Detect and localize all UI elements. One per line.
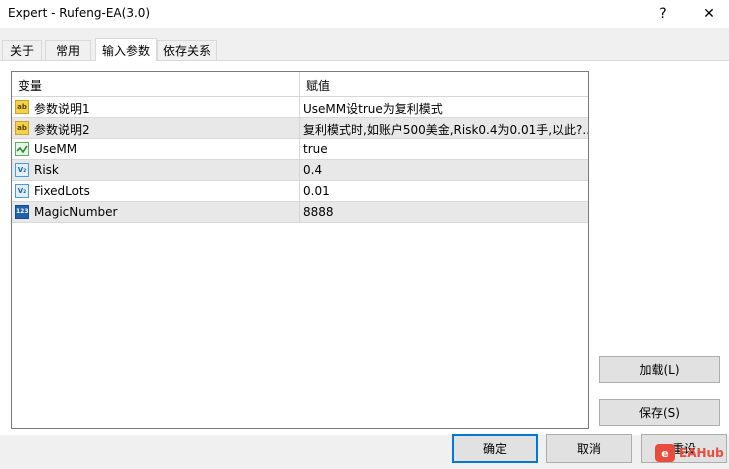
cancel-button[interactable]: 取消 xyxy=(546,434,632,463)
boolean-check-icon xyxy=(16,145,28,154)
integer-type-icon: 123 xyxy=(15,205,29,219)
param-name: 参数说明2 xyxy=(34,123,90,137)
header-variable[interactable]: 变量 xyxy=(18,77,42,94)
watermark: e EAHub xyxy=(655,444,724,462)
param-name: Risk xyxy=(34,163,59,177)
double-type-icon: V₂ xyxy=(15,163,29,177)
param-row[interactable]: V₂ Risk 0.4 xyxy=(12,160,588,181)
parameters-grid[interactable]: 变量 赋值 ab 参数说明1 UseMM设true为复利模式 ab 参数说明2 … xyxy=(11,71,589,429)
param-value[interactable]: true xyxy=(303,142,588,156)
ok-button[interactable]: 确定 xyxy=(452,434,538,463)
param-name: FixedLots xyxy=(34,184,90,198)
tab-common[interactable]: 常用 xyxy=(45,40,91,60)
column-divider[interactable] xyxy=(299,72,300,222)
title-bar: Expert - Rufeng-EA(3.0) ? ✕ xyxy=(0,0,729,28)
string-type-icon: ab xyxy=(15,100,29,114)
load-button[interactable]: 加载(L) xyxy=(599,356,720,383)
param-value[interactable]: 0.01 xyxy=(303,184,588,198)
save-button[interactable]: 保存(S) xyxy=(599,399,720,426)
boolean-type-icon xyxy=(15,142,29,156)
param-row[interactable]: ab 参数说明2 复利模式时,如账户500美金,Risk0.4为0.01手,以此… xyxy=(12,118,588,139)
tab-bar: 关于 常用 输入参数 依存关系 xyxy=(0,38,729,61)
param-name: MagicNumber xyxy=(34,205,118,219)
tab-about[interactable]: 关于 xyxy=(2,40,42,60)
watermark-logo-icon: e xyxy=(655,444,675,462)
watermark-text: EAHub xyxy=(679,446,724,460)
string-type-icon: ab xyxy=(15,121,29,135)
param-value[interactable]: 8888 xyxy=(303,205,588,219)
grid-header: 变量 赋值 xyxy=(12,72,588,97)
param-value[interactable]: 复利模式时,如账户500美金,Risk0.4为0.01手,以此?.. xyxy=(303,121,588,138)
window-title: Expert - Rufeng-EA(3.0) xyxy=(8,6,151,20)
param-name: 参数说明1 xyxy=(34,102,90,116)
param-value[interactable]: UseMM设true为复利模式 xyxy=(303,100,588,117)
param-name: UseMM xyxy=(34,142,78,156)
tab-inputs[interactable]: 输入参数 xyxy=(95,38,157,61)
param-row[interactable]: ab 参数说明1 UseMM设true为复利模式 xyxy=(12,97,588,118)
header-value[interactable]: 赋值 xyxy=(306,77,330,94)
param-row[interactable]: V₂ FixedLots 0.01 xyxy=(12,181,588,202)
param-value[interactable]: 0.4 xyxy=(303,163,588,177)
close-button[interactable]: ✕ xyxy=(689,0,729,28)
double-type-icon: V₂ xyxy=(15,184,29,198)
param-row[interactable]: UseMM true xyxy=(12,139,588,160)
param-row[interactable]: 123 MagicNumber 8888 xyxy=(12,202,588,223)
help-button[interactable]: ? xyxy=(643,0,683,28)
tab-dependencies[interactable]: 依存关系 xyxy=(157,40,217,60)
